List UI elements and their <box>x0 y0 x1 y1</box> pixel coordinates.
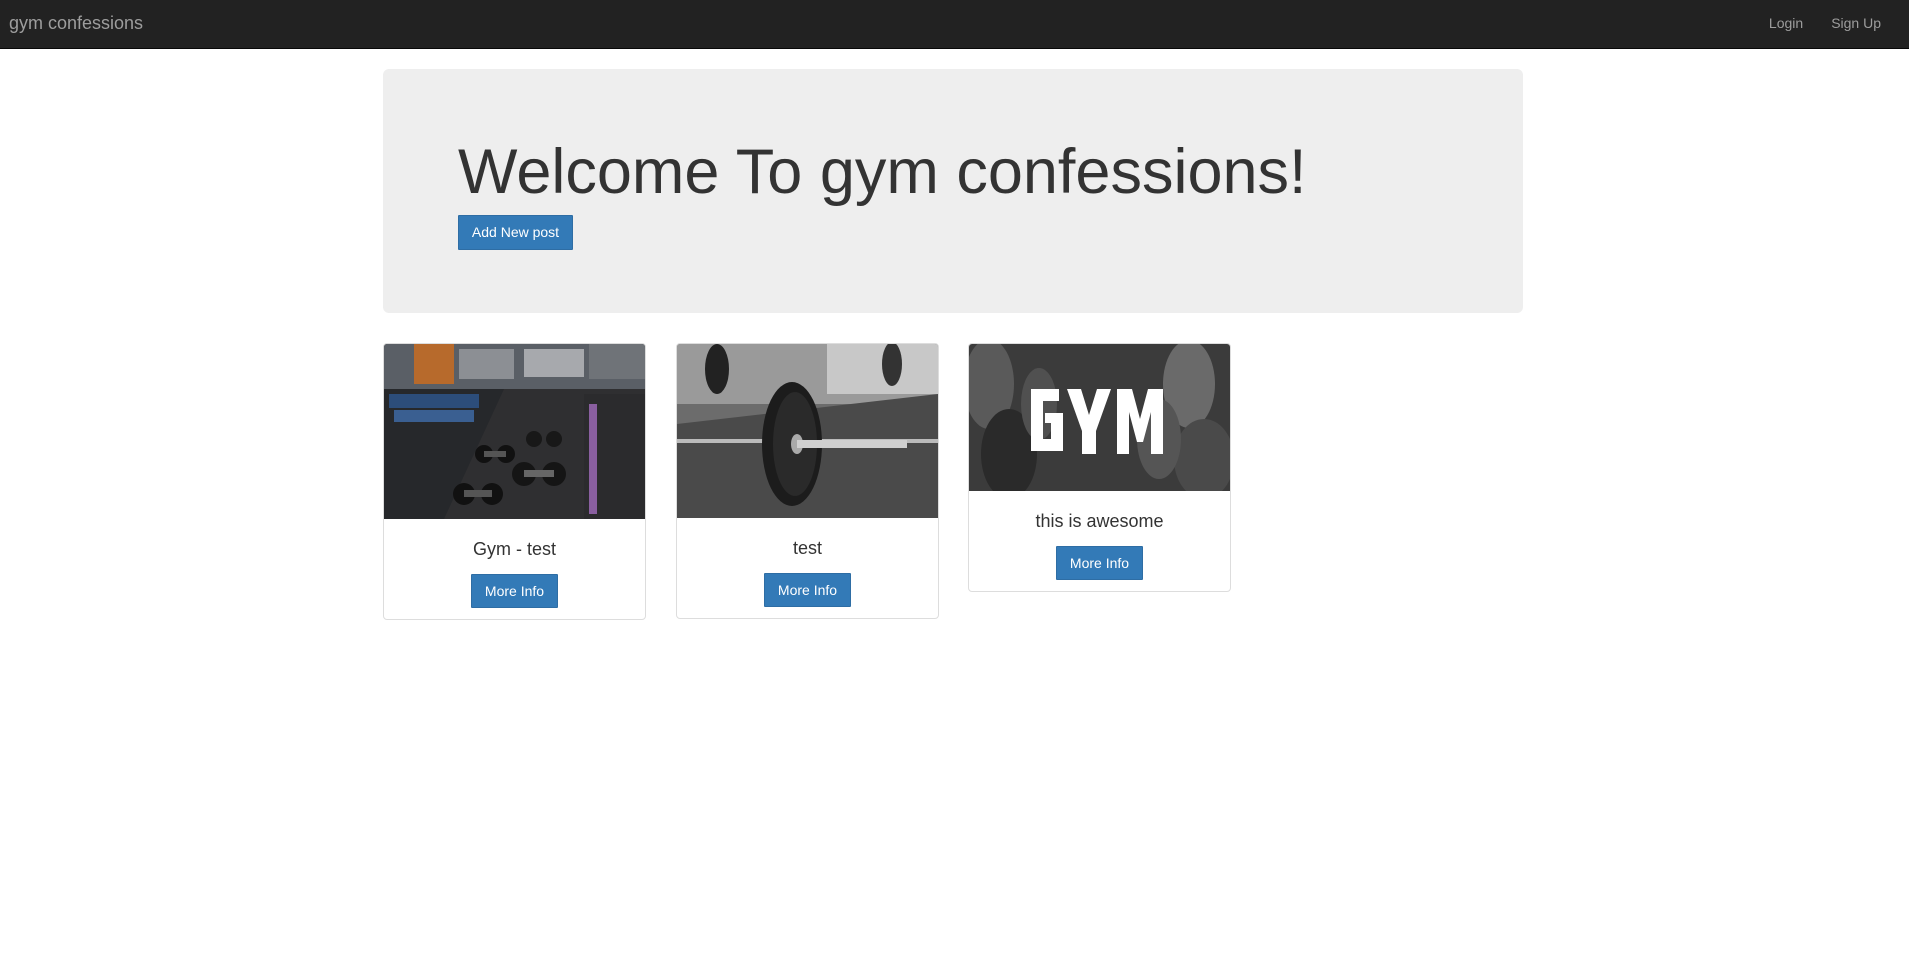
login-link[interactable]: Login <box>1769 15 1803 31</box>
welcome-jumbotron: Welcome To gym confessions! Add New post <box>383 69 1523 313</box>
post-title: Gym - test <box>472 539 556 559</box>
signup-link[interactable]: Sign Up <box>1831 15 1881 31</box>
brand-link[interactable]: gym confessions <box>9 13 143 33</box>
more-info-button[interactable]: More Info <box>764 573 851 607</box>
page-title: Welcome To gym confessions! <box>458 137 1307 207</box>
gym-logo-dumbbells-photo <box>969 344 1230 491</box>
more-info-button[interactable]: More Info <box>471 574 558 608</box>
post-card: test More Info <box>676 343 939 619</box>
post-card: Gym - test More Info <box>383 343 646 620</box>
post-title: test <box>792 538 822 558</box>
nav-links: Login Sign Up <box>1769 15 1881 31</box>
post-title: this is awesome <box>1035 511 1164 531</box>
barbell-plate-photo <box>677 344 938 518</box>
top-navbar: gym confessions Login Sign Up <box>0 0 1909 49</box>
post-card: this is awesome More Info <box>968 343 1231 592</box>
add-new-post-button[interactable]: Add New post <box>458 215 573 250</box>
more-info-button[interactable]: More Info <box>1056 546 1143 580</box>
gym-floor-dumbbells-photo <box>384 344 645 519</box>
